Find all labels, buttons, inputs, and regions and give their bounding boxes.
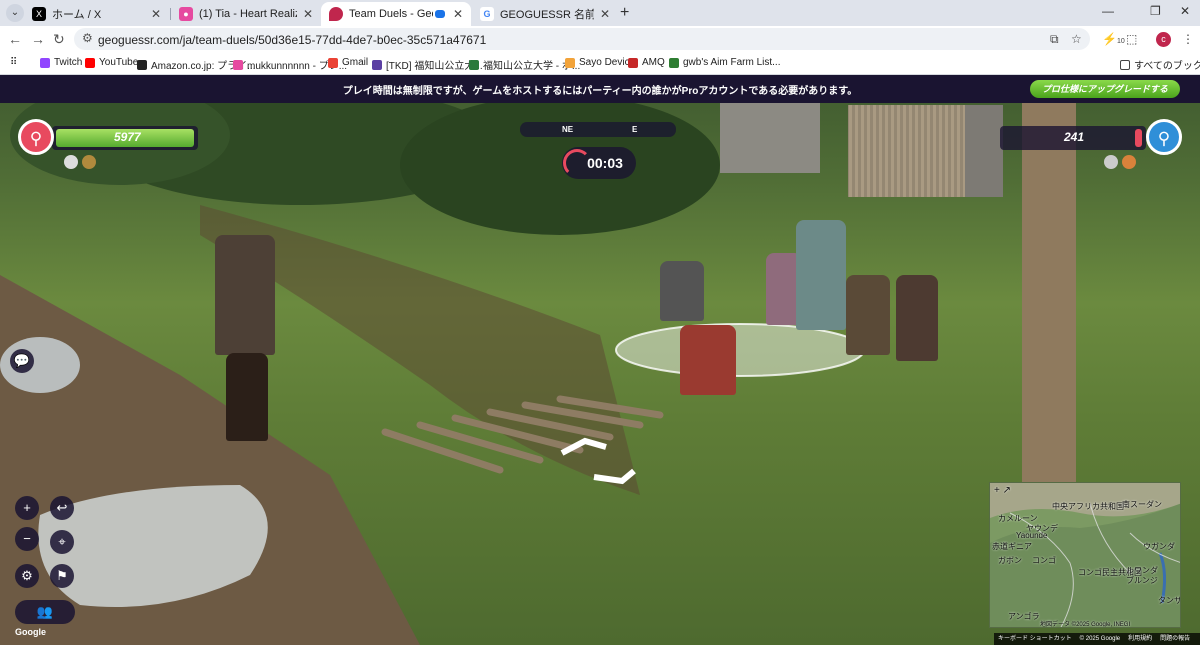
zoom-out-button[interactable]: − xyxy=(15,527,39,551)
return-to-start-icon[interactable]: ⌖ xyxy=(50,530,74,554)
person-figure xyxy=(215,235,275,355)
settings-gear-icon[interactable]: ⚙ xyxy=(15,564,39,588)
compass: NE E xyxy=(520,122,676,137)
keyboard-shortcuts-link[interactable]: キーボード ショートカット xyxy=(998,633,1072,645)
tab-geoguessr[interactable]: Team Duels - GeoGuessr ✕ xyxy=(321,2,471,26)
right-health-fill xyxy=(1135,129,1142,147)
left-health-value: 5977 xyxy=(114,130,141,144)
forward-icon[interactable]: → xyxy=(31,31,45,47)
undo-move-icon[interactable]: ↩ xyxy=(50,496,74,520)
person-figure xyxy=(660,261,704,321)
bookmark-star-icon[interactable]: ☆ xyxy=(1071,32,1082,46)
google-attribution: Google xyxy=(15,627,46,637)
bookmark-tkd[interactable]: [TKD] 福知山公立大... xyxy=(372,57,483,72)
extension-icon[interactable]: ⚡10 xyxy=(1102,32,1125,46)
site-info-icon[interactable]: ⚙ xyxy=(82,31,93,45)
reload-icon[interactable]: ↻ xyxy=(53,31,65,48)
tab-youtube[interactable]: ● (1) Tia - Heart Realize (TV Size) ✕ xyxy=(171,2,321,26)
player-avatar xyxy=(1122,155,1136,169)
minimize-button[interactable]: — xyxy=(1102,4,1114,18)
extensions-puzzle-icon[interactable]: ⬚ xyxy=(1126,32,1137,46)
new-tab-button[interactable]: + xyxy=(620,4,629,22)
profile-avatar[interactable]: c xyxy=(1156,32,1171,47)
flag-icon[interactable]: ⚑ xyxy=(50,564,74,588)
left-team-health-bar: 5977 xyxy=(52,126,198,150)
window-close-button[interactable]: ✕ xyxy=(1180,4,1190,18)
cast-icon xyxy=(434,10,445,18)
bookmark-amq[interactable]: AMQ xyxy=(628,57,665,68)
player-avatar xyxy=(1104,155,1118,169)
bookmark-youtube[interactable]: YouTube xyxy=(85,57,138,68)
bookmark-sayo[interactable]: Sayo Device xyxy=(565,57,635,68)
pro-notice-banner: プレイ時間は無制限ですが、ゲームをホストするにはパーティー内の誰かがProアカウ… xyxy=(0,75,1200,103)
tab-google[interactable]: G GEOGUESSR 名前変更 - Google ✕ xyxy=(472,2,618,26)
x-logo-icon: X xyxy=(32,7,46,21)
toolbar: ← → ↻ ⚙ geoguessr.com/ja/team-duels/50d3… xyxy=(0,26,1200,52)
browser-chrome: ⌄ X ホーム / X ✕ ● (1) Tia - Heart Realize … xyxy=(0,0,1200,75)
back-icon[interactable]: ← xyxy=(8,31,22,47)
address-bar[interactable]: ⚙ geoguessr.com/ja/team-duels/50d36e15-7… xyxy=(74,28,1090,50)
google-icon: G xyxy=(480,7,494,21)
geoguessr-pin-icon xyxy=(329,7,343,21)
install-app-icon[interactable]: ⧉ xyxy=(1050,32,1059,47)
team-players-button[interactable]: 👥 xyxy=(15,600,75,624)
right-health-value: 241 xyxy=(1064,130,1085,144)
person-figure xyxy=(896,275,938,361)
geoguessr-page: プレイ時間は無制限ですが、ゲームをホストするにはパーティー内の誰かがProアカウ… xyxy=(0,75,1200,645)
menu-kebab-icon[interactable]: ⋮ xyxy=(1182,32,1194,46)
youtube-icon: ● xyxy=(179,7,193,21)
close-tab-icon[interactable]: ✕ xyxy=(453,7,463,21)
right-team-health-bar: 241 xyxy=(1000,126,1146,150)
tab-search-icon[interactable]: ⌄ xyxy=(6,4,24,22)
timer-progress-arc xyxy=(563,149,591,177)
copyright-text: © 2025 Google xyxy=(1079,636,1121,642)
player-avatar xyxy=(64,155,78,169)
bookmarks-bar: ⠿ Twitch YouTube Amazon.co.jp: プライ... mu… xyxy=(0,52,1200,75)
right-team-pin-icon: ⚲ xyxy=(1146,119,1182,155)
close-tab-icon[interactable]: ✕ xyxy=(303,7,313,21)
bookmark-aim-farm[interactable]: gwb's Aim Farm List... xyxy=(669,57,781,68)
zoom-in-button[interactable]: + xyxy=(15,496,39,520)
report-problem-link[interactable]: 問題の報告 xyxy=(1160,633,1190,645)
person-figure xyxy=(796,220,846,330)
street-view-panorama[interactable]: プレイ時間は無制限ですが、ゲームをホストするにはパーティー内の誰かがProアカウ… xyxy=(0,75,1200,645)
close-tab-icon[interactable]: ✕ xyxy=(600,7,610,21)
url-text[interactable]: geoguessr.com/ja/team-duels/50d36e15-77d… xyxy=(98,33,486,47)
left-team-pin-icon: ⚲ xyxy=(18,119,54,155)
restore-button[interactable]: ❐ xyxy=(1150,4,1161,18)
map-footer: キーボード ショートカット © 2025 Google 利用規約 問題の報告 xyxy=(994,633,1200,645)
person-figure xyxy=(846,275,890,355)
bookmark-fukuchiyama[interactable]: 福知山公立大学 - ポ... xyxy=(469,57,580,72)
close-tab-icon[interactable]: ✕ xyxy=(151,7,161,21)
tab-x[interactable]: X ホーム / X ✕ xyxy=(24,2,169,26)
upgrade-button[interactable]: プロ仕様にアップグレードする xyxy=(1029,80,1180,98)
guess-minimap[interactable]: + ↗ 中央アフリカ共和国 南スーダン カメルーン ヤウンデ Yaounde ウ… xyxy=(989,482,1181,628)
bookmark-gmail[interactable]: Gmail xyxy=(328,57,368,68)
tab-strip: ⌄ X ホーム / X ✕ ● (1) Tia - Heart Realize … xyxy=(0,0,1200,26)
minimap-expand-icon[interactable]: + ↗ xyxy=(994,485,1011,496)
player-avatar xyxy=(82,155,96,169)
person-figure-legs xyxy=(226,353,268,441)
all-bookmarks[interactable]: すべてのブックマーク xyxy=(1120,57,1200,72)
apps-grid-icon[interactable]: ⠿ xyxy=(10,57,17,68)
terms-link[interactable]: 利用規約 xyxy=(1128,633,1152,645)
bookmark-twitch[interactable]: Twitch xyxy=(40,57,82,68)
chat-icon[interactable]: 💬 xyxy=(10,349,34,373)
person-figure xyxy=(680,325,736,395)
